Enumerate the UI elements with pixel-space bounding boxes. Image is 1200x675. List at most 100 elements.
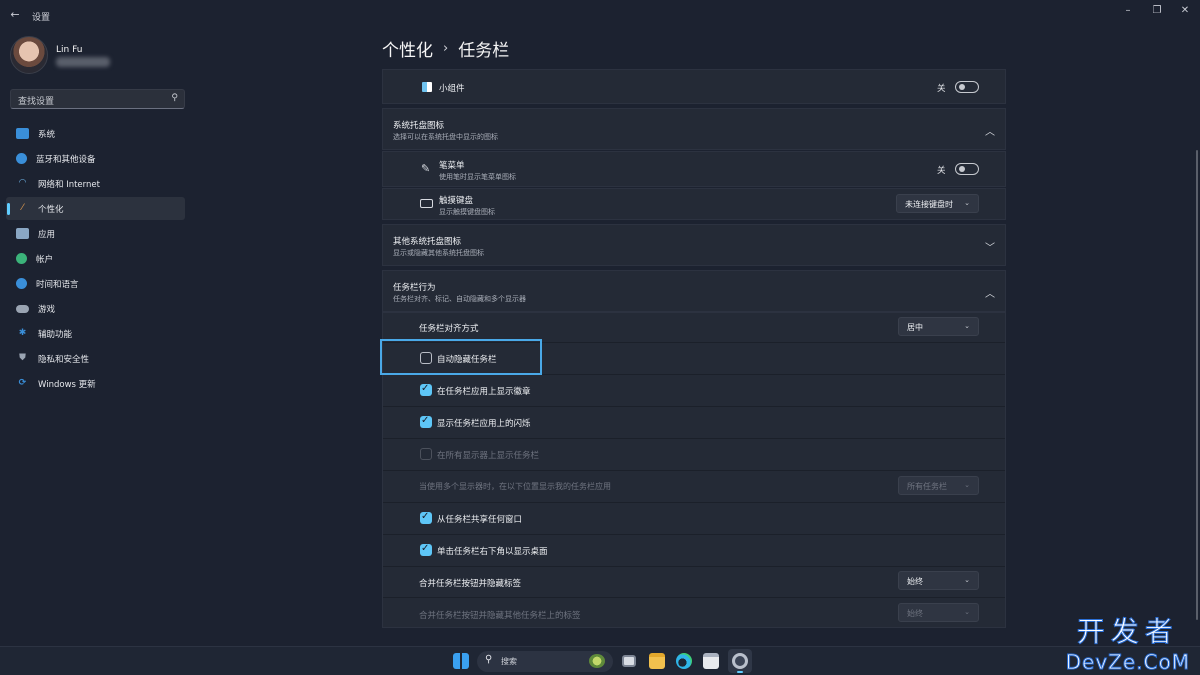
combine-label: 合并任务栏按钮并隐藏标签 (419, 579, 522, 589)
sidebar-item-label: 帐户 (36, 254, 54, 265)
app-title: 设置 (32, 13, 51, 23)
all-displays-label: 在所有显示器上显示任务栏 (437, 451, 540, 461)
other-tray-subtitle: 显示或隐藏其他系统托盘图标 (393, 249, 484, 257)
divider (383, 566, 1005, 567)
taskbar-behaviors-header[interactable]: 任务栏行为 任务栏对齐、标记、自动隐藏和多个显示器 ︿ (382, 270, 1006, 312)
account-icon (16, 253, 27, 264)
widgets-row: 小组件 关 (382, 69, 1006, 104)
sidebar-item-label: 系统 (38, 129, 56, 140)
chevron-up-icon[interactable]: ︿ (985, 285, 995, 300)
behaviors-title: 任务栏行为 (393, 283, 436, 293)
scrollbar[interactable] (1196, 150, 1198, 620)
sidebar-item-label: 游戏 (38, 304, 56, 315)
touch-keyboard-dropdown[interactable]: 未连接键盘时 ⌄ (896, 194, 979, 213)
sidebar-item-personalization[interactable]: ⁄ 个性化 (6, 197, 185, 220)
sidebar-item-windows-update[interactable]: ⟳ Windows 更新 (6, 372, 185, 395)
search-icon[interactable]: ⚲ (171, 93, 178, 103)
watermark-line2: DevZe.CoM (1065, 650, 1190, 675)
behaviors-subtitle: 任务栏对齐、标记、自动隐藏和多个显示器 (393, 295, 526, 303)
file-explorer-icon[interactable] (649, 653, 665, 669)
taskbar-search[interactable]: ⚲ 搜索 (477, 651, 613, 672)
brush-icon: ⁄ (21, 203, 24, 213)
chevron-down-icon: ⌄ (964, 608, 970, 616)
chevron-up-icon[interactable]: ︿ (985, 123, 995, 138)
chevron-down-icon: ⌄ (964, 481, 970, 489)
combine-other-label: 合并任务栏按钮并隐藏其他任务栏上的标签 (419, 611, 581, 621)
badges-label: 在任务栏应用上显示徽章 (437, 387, 531, 397)
breadcrumb: 个性化 › 任务栏 (382, 36, 509, 61)
search-placeholder: 查找设置 (18, 97, 55, 107)
chevron-down-icon: ⌄ (964, 199, 970, 207)
touch-keyboard-row: 触摸键盘 显示触摸键盘图标 未连接键盘时 ⌄ (382, 188, 1006, 220)
sidebar-item-accessibility[interactable]: ✱ 辅助功能 (6, 322, 185, 345)
pen-menu-sub: 使用笔时显示笔菜单图标 (439, 173, 516, 181)
chevron-right-icon: › (443, 41, 449, 56)
shield-icon: ⛊ (19, 353, 26, 363)
tray-icons-header[interactable]: 系统托盘图标 选择可以在系统托盘中显示的图标 ︿ (382, 108, 1006, 150)
other-tray-icons-header[interactable]: 其他系统托盘图标 显示或隐藏其他系统托盘图标 ﹀ (382, 224, 1006, 266)
back-arrow-icon[interactable]: ← (8, 8, 22, 22)
apps-icon (16, 228, 29, 239)
dropdown-value: 居中 (907, 323, 923, 332)
divider (383, 534, 1005, 535)
search-highlight-icon (589, 654, 605, 668)
keyboard-icon (420, 199, 433, 208)
sidebar-item-accounts[interactable]: 帐户 (6, 247, 185, 270)
chevron-down-icon[interactable]: ﹀ (985, 239, 995, 254)
show-desktop-checkbox[interactable] (420, 543, 432, 556)
sidebar-item-privacy[interactable]: ⛊ 隐私和安全性 (6, 347, 185, 370)
sidebar-item-label: 蓝牙和其他设备 (36, 154, 96, 165)
chevron-down-icon: ⌄ (964, 576, 970, 584)
dropdown-value: 未连接键盘时 (905, 200, 953, 209)
wifi-icon: ◠ (18, 178, 27, 188)
search-input[interactable]: 查找设置 ⚲ (10, 89, 185, 109)
bluetooth-icon (16, 153, 27, 164)
breadcrumb-parent[interactable]: 个性化 (382, 36, 433, 61)
sidebar-item-gaming[interactable]: 游戏 (6, 297, 185, 320)
taskbar-search-label: 搜索 (501, 657, 517, 666)
dropdown-value: 始终 (907, 609, 923, 618)
widgets-state: 关 (937, 84, 946, 94)
widgets-toggle[interactable] (955, 81, 979, 93)
tray-title: 系统托盘图标 (393, 121, 445, 131)
accessibility-icon: ✱ (18, 328, 27, 338)
avatar[interactable] (10, 36, 48, 74)
user-email-blurred (56, 57, 110, 67)
maximize-icon[interactable]: ❐ (1148, 4, 1166, 18)
watermark-line1: 开发者 (1076, 615, 1179, 649)
title-bar: ← 设置 – ❐ ✕ (0, 0, 1200, 30)
settings-icon[interactable] (732, 653, 748, 669)
sidebar-nav: 系统 蓝牙和其他设备 ◠ 网络和 Internet ⁄ 个性化 应用 帐户 时间… (6, 122, 185, 397)
pen-menu-label: 笔菜单 (439, 161, 465, 171)
close-icon[interactable]: ✕ (1176, 4, 1194, 18)
task-view-icon[interactable] (622, 655, 636, 667)
pen-icon: ✎ (421, 162, 431, 175)
sidebar-item-label: 应用 (38, 229, 56, 240)
edge-icon[interactable] (676, 653, 692, 669)
alignment-dropdown[interactable]: 居中 ⌄ (898, 317, 979, 336)
sidebar-item-apps[interactable]: 应用 (6, 222, 185, 245)
sidebar-item-system[interactable]: 系统 (6, 122, 185, 145)
touch-keyboard-sub: 显示触摸键盘图标 (439, 208, 495, 216)
windows-update-icon: ⟳ (18, 378, 27, 388)
combine-dropdown[interactable]: 始终 ⌄ (898, 571, 979, 590)
all-displays-checkbox (420, 448, 432, 460)
flashing-label: 显示任务栏应用上的闪烁 (437, 419, 531, 429)
sidebar-item-time-language[interactable]: 时间和语言 (6, 272, 185, 295)
watermark-logo: 开发者 DevZe.CoM (1065, 610, 1190, 675)
sidebar-item-bluetooth[interactable]: 蓝牙和其他设备 (6, 147, 185, 170)
flashing-checkbox[interactable] (420, 415, 432, 428)
share-window-checkbox[interactable] (420, 511, 432, 524)
share-window-label: 从任务栏共享任何窗口 (437, 515, 523, 525)
sidebar-item-network[interactable]: ◠ 网络和 Internet (6, 172, 185, 195)
search-icon: ⚲ (485, 654, 493, 665)
divider (383, 470, 1005, 471)
highlight-box (380, 339, 542, 375)
store-icon[interactable] (703, 653, 719, 669)
pen-menu-toggle[interactable] (955, 163, 979, 175)
windows-start-icon[interactable] (453, 653, 469, 669)
dropdown-value: 所有任务栏 (907, 482, 947, 491)
minimize-icon[interactable]: – (1119, 4, 1137, 18)
badges-checkbox[interactable] (420, 383, 432, 396)
page-title: 任务栏 (458, 41, 510, 61)
